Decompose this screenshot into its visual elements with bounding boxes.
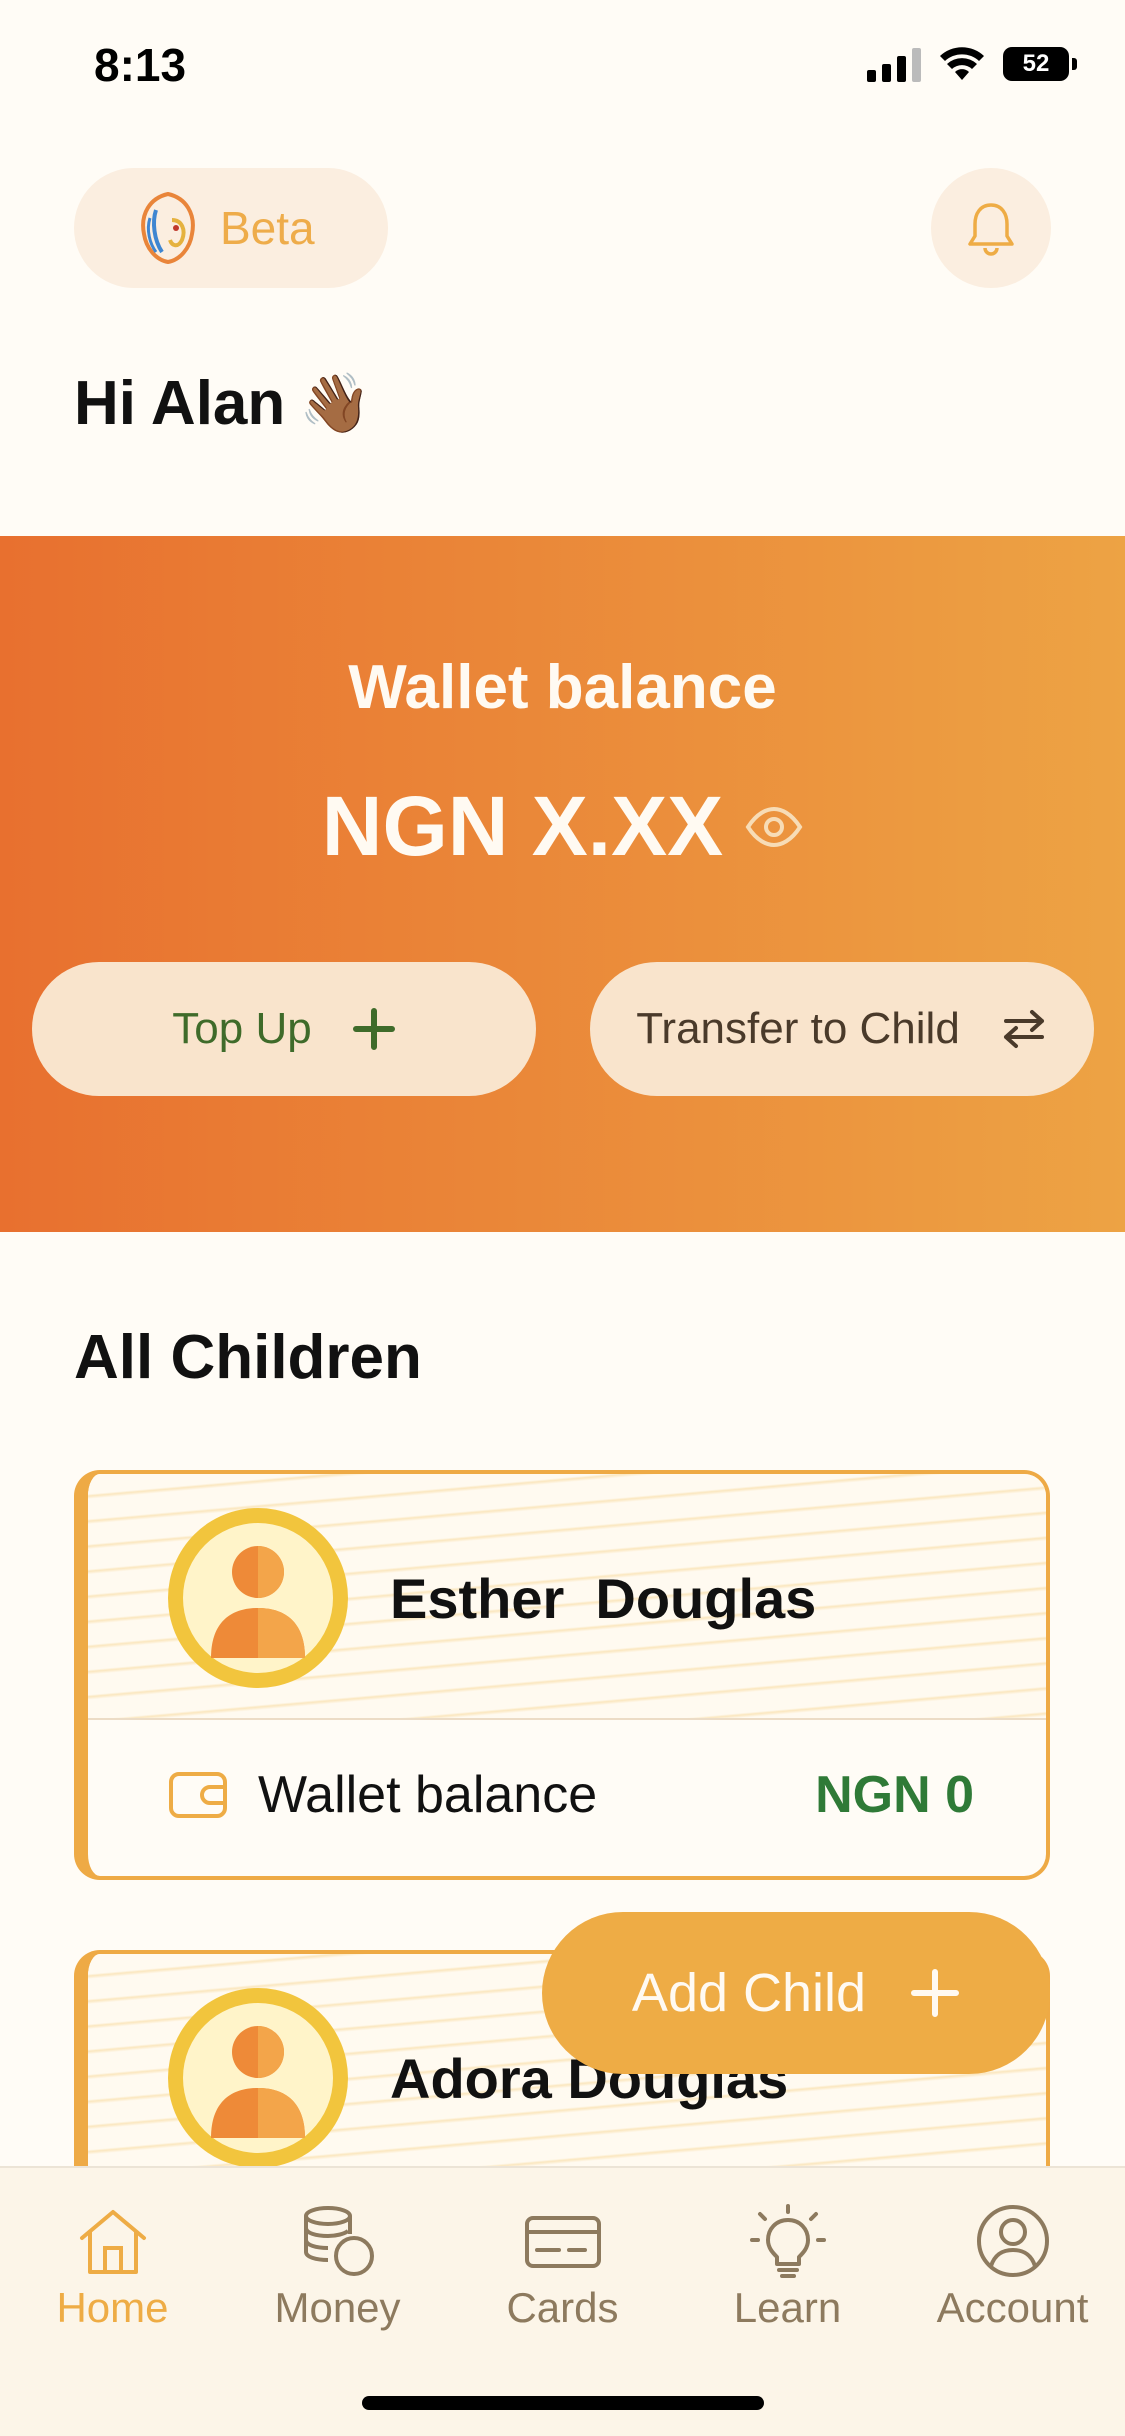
- battery-icon: 52: [1003, 47, 1077, 81]
- tab-learn-label: Learn: [733, 2284, 842, 2331]
- plus-icon: [352, 1008, 395, 1050]
- add-child-label: Add Child: [631, 1963, 867, 2023]
- lion-logo-icon: [141, 191, 195, 265]
- status-icons: 52: [867, 46, 1077, 82]
- add-child-button[interactable]: Add Child: [542, 1912, 1050, 2074]
- wallet-amount: NGN X.XX: [321, 779, 724, 873]
- transfer-to-child-button[interactable]: Transfer to Child: [590, 962, 1094, 1096]
- tab-cards-label: Cards: [506, 2284, 619, 2331]
- avatar: [168, 1508, 348, 1688]
- wallet-icon: [169, 1772, 227, 1818]
- signal-icon: [867, 46, 921, 82]
- all-children-title: All Children: [74, 1323, 422, 1392]
- person-icon: [211, 1546, 305, 1658]
- child-card[interactable]: Esther Douglas Wallet balance NGN 0: [74, 1470, 1050, 1880]
- child-wallet-label: Wallet balance: [258, 1766, 598, 1824]
- beta-label: Beta: [220, 202, 315, 254]
- child-wallet-value: NGN 0: [815, 1766, 974, 1824]
- tab-home-label: Home: [56, 2284, 169, 2331]
- bell-icon: [968, 203, 1014, 256]
- avatar: [168, 1988, 348, 2168]
- tab-learn[interactable]: Learn: [675, 2204, 900, 2332]
- eye-icon[interactable]: [745, 806, 803, 847]
- child-name: Esther Douglas: [390, 1567, 817, 1630]
- child-card-header: Esther Douglas: [88, 1474, 1046, 1720]
- tab-account-label: Account: [936, 2284, 1089, 2331]
- wifi-icon: [940, 47, 984, 80]
- home-indicator: [362, 2396, 764, 2410]
- top-up-label: Top Up: [172, 1004, 312, 1053]
- wallet-title: Wallet balance: [348, 653, 777, 722]
- plus-icon: [911, 1969, 960, 2017]
- home-icon: [79, 2210, 146, 2274]
- user-circle-icon: [976, 2205, 1049, 2277]
- transfer-label: Transfer to Child: [636, 1004, 960, 1053]
- bulb-icon: [749, 2204, 826, 2278]
- child-wallet-row: Wallet balance NGN 0: [88, 1720, 1046, 1870]
- tab-money[interactable]: Money: [225, 2204, 450, 2332]
- wallet-banner: [0, 536, 1125, 1232]
- wave-emoji: 👋🏾: [299, 370, 372, 436]
- tab-home[interactable]: Home: [0, 2204, 225, 2332]
- status-time: 8:13: [94, 39, 187, 91]
- notifications-button[interactable]: [931, 168, 1051, 288]
- tab-cards[interactable]: Cards: [450, 2204, 675, 2332]
- person-icon: [211, 2026, 305, 2138]
- transfer-arrows-icon: [1003, 1010, 1044, 1048]
- greeting: Hi Alan 👋🏾: [74, 368, 372, 439]
- top-up-button[interactable]: Top Up: [32, 962, 536, 1096]
- coins-icon: [303, 2206, 374, 2276]
- beta-badge[interactable]: Beta: [74, 168, 388, 288]
- wallet-amount-row: NGN X.XX: [0, 778, 1125, 875]
- card-icon: [524, 2216, 601, 2268]
- battery-level: 52: [1003, 47, 1069, 81]
- tab-account[interactable]: Account: [900, 2204, 1125, 2332]
- tab-money-label: Money: [274, 2284, 401, 2331]
- greeting-text: Hi Alan: [74, 369, 286, 438]
